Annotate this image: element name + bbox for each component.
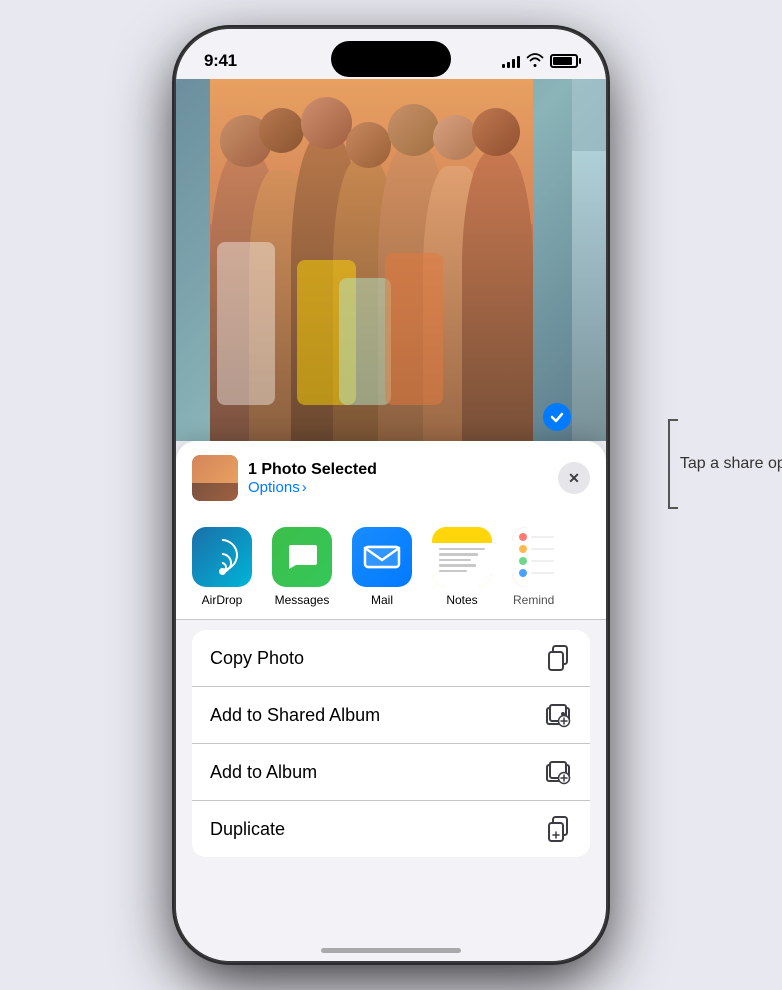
action-list: Copy Photo Add to Shared Album (192, 630, 590, 857)
action-duplicate[interactable]: Duplicate (192, 800, 590, 857)
add-album-icon (544, 758, 572, 786)
close-button[interactable]: ✕ (558, 462, 590, 494)
share-header-title: 1 Photo Selected (248, 460, 377, 479)
share-header: 1 Photo Selected Options › ✕ (176, 441, 606, 511)
options-link[interactable]: Options › (248, 479, 377, 496)
options-label: Options (248, 479, 300, 496)
annotation: Tap a share option. (668, 419, 782, 509)
app-item-mail[interactable]: Mail (352, 527, 412, 607)
status-time: 9:41 (204, 51, 237, 71)
messages-icon (272, 527, 332, 587)
action-add-album[interactable]: Add to Album (192, 743, 590, 800)
notes-icon (432, 527, 492, 587)
photo-checkmark (543, 403, 571, 431)
apps-row: AirDrop Messages (176, 511, 606, 620)
share-header-left: 1 Photo Selected Options › (192, 455, 377, 501)
photo-preview-area (176, 79, 606, 441)
add-album-label: Add to Album (210, 762, 317, 783)
add-shared-album-icon (544, 701, 572, 729)
main-photo (210, 79, 533, 441)
dynamic-island (331, 41, 451, 77)
action-add-shared-album[interactable]: Add to Shared Album (192, 686, 590, 743)
app-item-messages[interactable]: Messages (272, 527, 332, 607)
signal-icon (502, 54, 520, 68)
reminders-icon (512, 527, 572, 587)
status-icons (502, 53, 578, 70)
battery-icon (550, 54, 578, 68)
duplicate-label: Duplicate (210, 819, 285, 840)
options-chevron: › (302, 479, 307, 496)
messages-label: Messages (275, 593, 330, 607)
app-item-reminders[interactable]: Reminders (512, 527, 572, 607)
bracket-line (668, 419, 670, 509)
share-header-info: 1 Photo Selected Options › (248, 460, 377, 496)
reminders-label: Reminders (513, 593, 571, 607)
action-copy-photo[interactable]: Copy Photo (192, 630, 590, 686)
photo-thumbnail (192, 455, 238, 501)
copy-photo-icon (544, 644, 572, 672)
duplicate-icon (544, 815, 572, 843)
notes-label: Notes (446, 593, 477, 607)
airdrop-icon (192, 527, 252, 587)
add-shared-album-label: Add to Shared Album (210, 705, 380, 726)
mail-label: Mail (371, 593, 393, 607)
annotation-text: Tap a share option. (680, 455, 782, 473)
airdrop-label: AirDrop (202, 593, 243, 607)
wifi-icon (526, 53, 544, 70)
app-item-airdrop[interactable]: AirDrop (192, 527, 252, 607)
home-indicator (321, 948, 461, 953)
mail-icon (352, 527, 412, 587)
copy-photo-label: Copy Photo (210, 648, 304, 669)
share-sheet: 1 Photo Selected Options › ✕ (176, 441, 606, 961)
app-item-notes[interactable]: Notes (432, 527, 492, 607)
